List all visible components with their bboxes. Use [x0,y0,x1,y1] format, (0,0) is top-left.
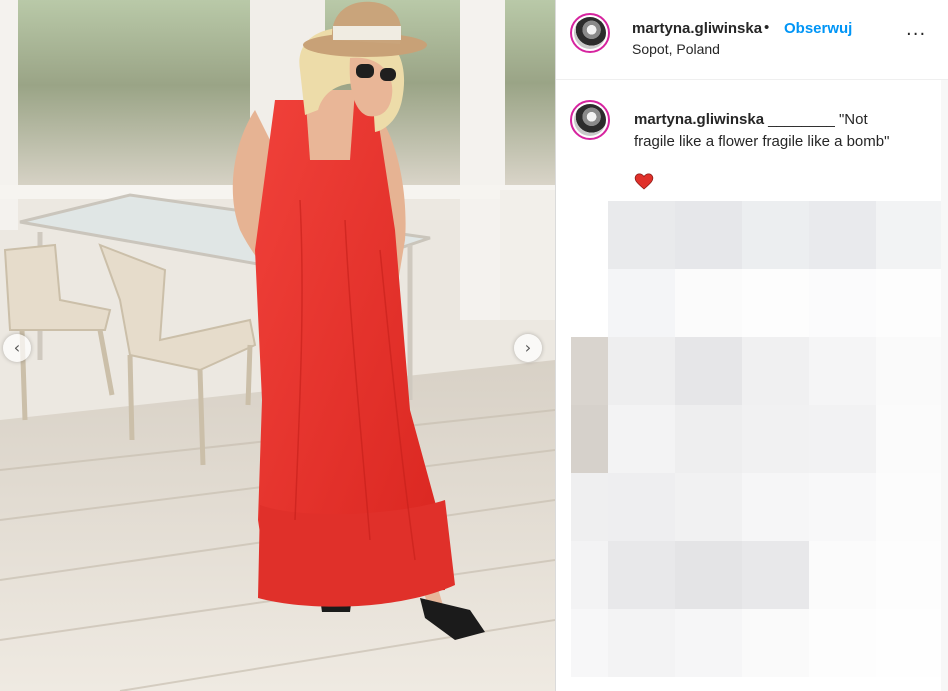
chevron-left-icon: ‹ [13,338,21,357]
header-username[interactable]: martyna.gliwinska [632,20,762,37]
location-link[interactable]: Sopot, Poland [632,41,720,57]
caption-text: martyna.gliwinska ________ "Not fragile l… [634,109,896,153]
caption-avatar[interactable] [570,100,610,140]
chevron-right-icon: › [524,338,532,357]
post-side-panel: martyna.gliwinska • Obserwuj Sopot, Pola… [555,0,948,691]
avatar[interactable] [570,13,610,53]
photo-scene [0,0,555,691]
carousel-next-button[interactable]: › [514,334,542,362]
blurred-comments [571,201,945,681]
post-photo[interactable]: ‹ › [0,0,555,691]
more-options-icon[interactable]: ··· [906,26,926,44]
comments-scrollbar[interactable] [941,80,948,691]
separator-dot: • [764,19,770,36]
red-heart-icon [634,173,654,190]
carousel-prev-button[interactable]: ‹ [3,334,31,362]
caption-username[interactable]: martyna.gliwinska [634,111,764,128]
post-header: martyna.gliwinska • Obserwuj Sopot, Pola… [556,0,948,80]
follow-button[interactable]: Obserwuj [784,20,852,37]
